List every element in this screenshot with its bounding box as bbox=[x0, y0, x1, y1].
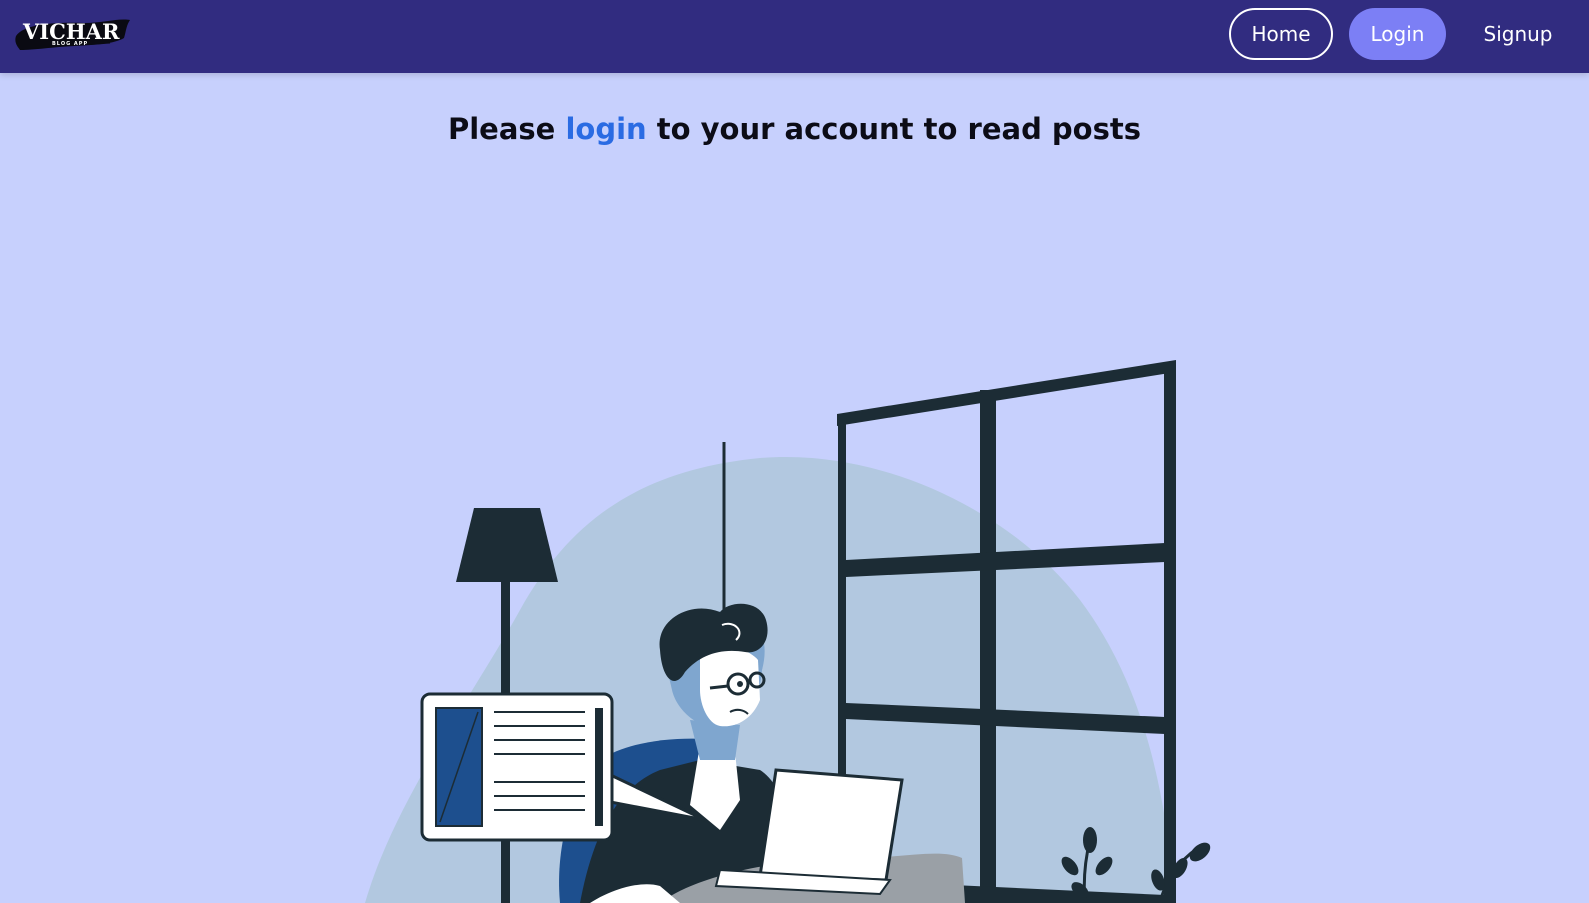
person-reading-illustration bbox=[365, 360, 1211, 903]
